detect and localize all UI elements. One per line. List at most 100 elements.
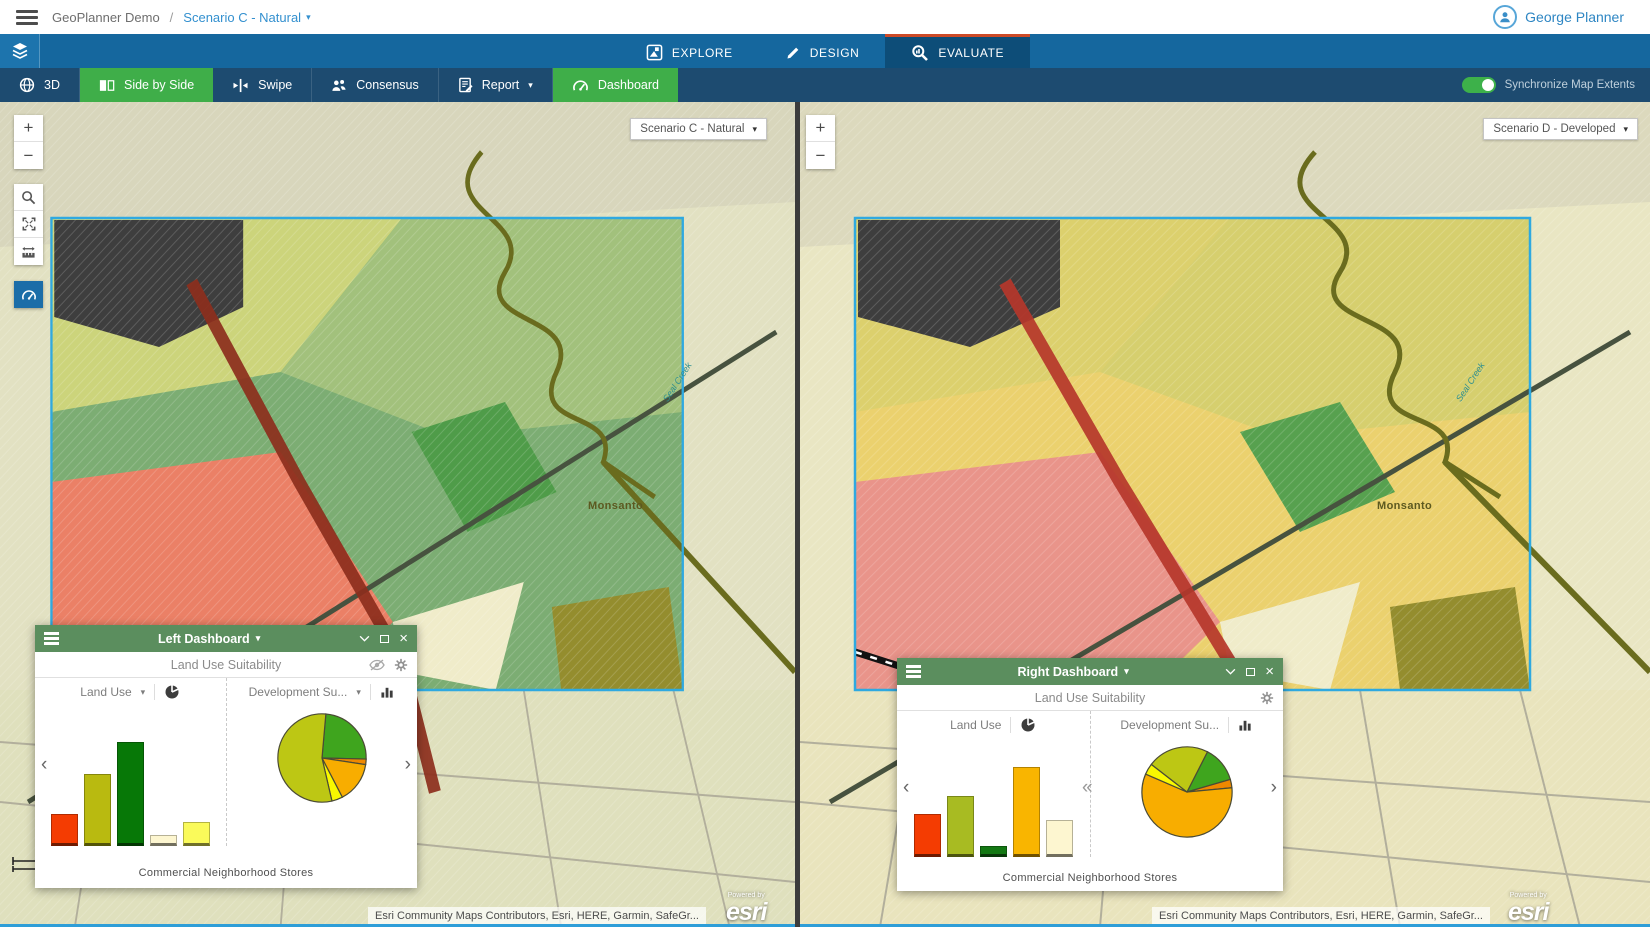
next-indicator-chevron[interactable]: ›	[1271, 778, 1277, 797]
pie-chart-icon[interactable]	[1020, 717, 1036, 733]
dashboard-gauge-icon	[572, 78, 589, 93]
evaluate-toolbar: 3D Side by Side Swipe Consensus	[0, 68, 1650, 102]
map-canvas-right[interactable]: Monsanto Seal Creek + − Scenario D - Dev…	[800, 102, 1650, 927]
report-button[interactable]: Report ▾	[439, 68, 553, 102]
tab-design[interactable]: DESIGN	[759, 34, 886, 68]
primary-nav-bar: EXPLORE DESIGN EVALUATE	[0, 34, 1650, 68]
maximize-icon[interactable]	[1246, 668, 1255, 676]
zoom-controls-left: + −	[14, 115, 43, 169]
dashboard-tool-button[interactable]	[14, 281, 43, 308]
map-canvas-left[interactable]: Monsanto Seal Creek + −	[0, 102, 795, 927]
left-dashboard-header[interactable]: Left Dashboard ▾ ×	[35, 625, 417, 652]
user-menu[interactable]: George Planner	[1493, 5, 1624, 29]
widget-title-row: Land Use Suitability	[897, 685, 1283, 711]
visibility-off-icon[interactable]	[369, 659, 385, 671]
gear-icon[interactable]	[394, 658, 408, 672]
land-use-selector[interactable]: Land Use	[80, 685, 131, 699]
zoom-controls-right: + −	[806, 115, 835, 169]
land-use-panel: Land Use	[897, 711, 1090, 857]
column-chart-icon[interactable]	[1238, 718, 1253, 732]
consensus-people-icon	[331, 78, 347, 93]
window-controls: ×	[359, 631, 408, 646]
chevron-down-icon: ▾	[256, 634, 261, 643]
close-icon[interactable]: ×	[399, 631, 408, 646]
tab-explore[interactable]: EXPLORE	[620, 34, 759, 68]
window-controls: ×	[1225, 664, 1274, 679]
tab-evaluate[interactable]: EVALUATE	[885, 34, 1030, 68]
collapse-icon[interactable]	[359, 635, 370, 642]
dashboard-menu-icon[interactable]	[906, 665, 921, 678]
land-use-bar-chart	[897, 739, 1090, 857]
search-icon	[21, 190, 36, 205]
left-dashboard-window: Left Dashboard ▾ × Land Use Suitability	[35, 625, 417, 888]
chevron-down-icon: ▾	[752, 125, 757, 134]
expand-arrows-icon	[22, 217, 36, 231]
chevron-down-icon[interactable]: ▾	[356, 688, 361, 697]
gear-icon[interactable]	[1260, 691, 1274, 705]
zoom-out-button[interactable]: −	[806, 142, 835, 169]
indicator-footer-label: Commercial Neighborhood Stores	[35, 846, 417, 888]
chevron-down-icon: ▾	[306, 13, 311, 22]
explore-icon	[646, 44, 663, 61]
scenario-selector-left[interactable]: Scenario C - Natural ▾	[630, 118, 767, 140]
map-label-monsanto: Monsanto	[588, 500, 643, 512]
search-button[interactable]	[14, 184, 43, 211]
dashboard-body: ‹ › Land Use ▾	[35, 678, 417, 846]
zoom-out-button[interactable]: −	[14, 142, 43, 169]
sync-toggle-label: Synchronize Map Extents	[1505, 79, 1635, 91]
prev-indicator-chevron[interactable]: ‹	[903, 778, 909, 797]
widget-title: Land Use Suitability	[171, 658, 281, 672]
full-extent-button[interactable]	[14, 211, 43, 238]
development-suitability-selector[interactable]: Development Su...	[1120, 718, 1219, 732]
chevron-down-icon: ▾	[1124, 667, 1129, 676]
esri-logo: Powered by esri	[726, 892, 766, 925]
next-indicator-chevron[interactable]: ›	[405, 755, 411, 774]
map-comparison-area: Monsanto Seal Creek + −	[0, 102, 1650, 927]
zoom-in-button[interactable]: +	[806, 115, 835, 142]
chevron-down-icon: ▾	[1623, 125, 1628, 134]
sync-toggle[interactable]	[1462, 77, 1496, 93]
dashboard-button[interactable]: Dashboard	[553, 68, 678, 102]
right-dashboard-window: Right Dashboard ▾ × Land Use Suitability	[897, 658, 1283, 891]
dashboard-menu-icon[interactable]	[44, 632, 59, 645]
measure-button[interactable]	[14, 238, 43, 265]
3d-button[interactable]: 3D	[0, 68, 80, 102]
scenario-breadcrumb-dropdown[interactable]: Scenario C - Natural ▾	[183, 10, 310, 25]
pie-chart-icon[interactable]	[164, 684, 180, 700]
dashboard-title-dropdown[interactable]: Right Dashboard ▾	[921, 665, 1225, 679]
close-icon[interactable]: ×	[1265, 664, 1274, 679]
esri-logo: Powered by esri	[1508, 892, 1548, 925]
app-title: GeoPlanner Demo	[52, 10, 160, 25]
collapse-panel-chevron[interactable]: «	[1082, 778, 1093, 797]
widget-title-row: Land Use Suitability	[35, 652, 417, 678]
pencil-icon	[785, 45, 801, 61]
collapse-icon[interactable]	[1225, 668, 1236, 675]
map-tools-left	[14, 184, 43, 265]
scenario-selector-right[interactable]: Scenario D - Developed ▾	[1483, 118, 1638, 140]
side-by-side-button[interactable]: Side by Side	[80, 68, 213, 102]
dashboard-gauge-icon	[21, 288, 37, 302]
dashboard-body: ‹ « › Land Use	[897, 711, 1283, 857]
development-suitability-selector[interactable]: Development Su...	[249, 685, 348, 699]
avatar	[1493, 5, 1517, 29]
synchronize-map-extents: Synchronize Map Extents	[1462, 68, 1635, 102]
development-suitability-pie-chart	[227, 706, 418, 846]
development-suitability-panel: Development Su...	[1090, 711, 1284, 857]
development-suitability-panel: Development Su... ▾	[226, 678, 418, 846]
right-dashboard-header[interactable]: Right Dashboard ▾ ×	[897, 658, 1283, 685]
widget-title: Land Use Suitability	[1035, 691, 1145, 705]
maximize-icon[interactable]	[380, 635, 389, 643]
consensus-button[interactable]: Consensus	[312, 68, 439, 102]
dashboard-title-dropdown[interactable]: Left Dashboard ▾	[59, 632, 359, 646]
land-use-panel: Land Use ▾	[35, 678, 226, 846]
swipe-button[interactable]: Swipe	[213, 68, 312, 102]
chevron-down-icon[interactable]: ▾	[141, 688, 146, 697]
land-use-selector[interactable]: Land Use	[950, 718, 1001, 732]
column-chart-icon[interactable]	[380, 685, 395, 699]
map-attribution: Esri Community Maps Contributors, Esri, …	[368, 907, 706, 924]
swipe-icon	[232, 78, 249, 93]
hamburger-menu-icon[interactable]	[16, 10, 38, 25]
zoom-in-button[interactable]: +	[14, 115, 43, 142]
prev-indicator-chevron[interactable]: ‹	[41, 755, 47, 774]
dashboard-tool-left	[14, 281, 43, 308]
